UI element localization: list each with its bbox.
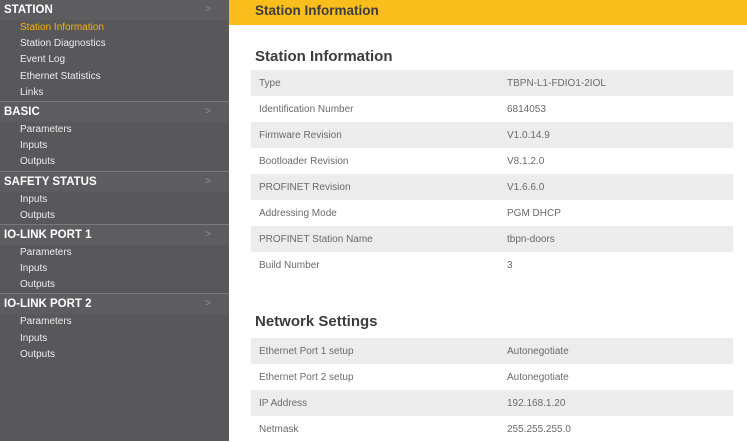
chevron-right-icon: > bbox=[205, 175, 211, 187]
main-content: Station Information Station Information … bbox=[229, 0, 747, 441]
sidebar-item-parameters[interactable]: Parameters bbox=[0, 122, 229, 138]
row-label: Addressing Mode bbox=[259, 207, 337, 219]
row-value: Autonegotiate bbox=[507, 345, 569, 357]
row-label: Type bbox=[259, 77, 281, 89]
sidebar-item-outputs[interactable]: Outputs bbox=[0, 208, 229, 224]
row-label: IP Address bbox=[259, 397, 308, 409]
table-row: Type TBPN-L1-FDIO1-2IOL bbox=[251, 70, 733, 96]
sidebar-section-safety-status[interactable]: SAFETY STATUS > bbox=[0, 171, 229, 192]
row-value: tbpn-doors bbox=[507, 233, 555, 245]
sidebar-item-ethernet-statistics[interactable]: Ethernet Statistics bbox=[0, 69, 229, 85]
table-row: IP Address 192.168.1.20 bbox=[251, 390, 733, 416]
sidebar-item-outputs[interactable]: Outputs bbox=[0, 277, 229, 293]
row-value: 6814053 bbox=[507, 103, 546, 115]
chevron-right-icon: > bbox=[205, 298, 211, 310]
table-row: Identification Number 6814053 bbox=[251, 96, 733, 122]
table-row: Ethernet Port 1 setup Autonegotiate bbox=[251, 338, 733, 364]
row-label: Firmware Revision bbox=[259, 129, 342, 141]
sidebar-item-outputs[interactable]: Outputs bbox=[0, 154, 229, 170]
sidebar-section-io-link-port-2[interactable]: IO-LINK PORT 2 > bbox=[0, 294, 229, 315]
network-settings-heading: Network Settings bbox=[255, 313, 378, 330]
chevron-right-icon: > bbox=[205, 105, 211, 117]
table-row: Build Number 3 bbox=[251, 252, 733, 278]
row-value: V1.6.6.0 bbox=[507, 181, 545, 193]
sidebar-item-outputs[interactable]: Outputs bbox=[0, 347, 229, 363]
table-row: Bootloader Revision V8.1.2.0 bbox=[251, 148, 733, 174]
sidebar-item-inputs[interactable]: Inputs bbox=[0, 331, 229, 347]
sidebar: STATION > Station Information Station Diagn… bbox=[0, 0, 229, 441]
row-label: Netmask bbox=[259, 423, 299, 435]
table-row: PROFINET Revision V1.6.6.0 bbox=[251, 174, 733, 200]
row-value: 3 bbox=[507, 259, 513, 271]
chevron-right-icon: > bbox=[205, 228, 211, 240]
row-label: PROFINET Station Name bbox=[259, 233, 373, 245]
row-value: V1.0.14.9 bbox=[507, 129, 550, 141]
sidebar-item-links[interactable]: Links bbox=[0, 85, 229, 101]
row-label: Bootloader Revision bbox=[259, 155, 349, 167]
sidebar-item-inputs[interactable]: Inputs bbox=[0, 192, 229, 208]
sidebar-item-event-log[interactable]: Event Log bbox=[0, 52, 229, 68]
station-information-table: Type TBPN-L1-FDIO1-2IOL Identification Num… bbox=[251, 70, 733, 278]
chevron-right-icon: > bbox=[205, 4, 211, 15]
sidebar-item-inputs[interactable]: Inputs bbox=[0, 138, 229, 154]
row-label: PROFINET Revision bbox=[259, 181, 351, 193]
page-banner: Station Information bbox=[229, 0, 747, 25]
row-value: TBPN-L1-FDIO1-2IOL bbox=[507, 77, 606, 89]
sidebar-item-parameters[interactable]: Parameters bbox=[0, 245, 229, 261]
sidebar-section-io-link-port-1[interactable]: IO-LINK PORT 1 > bbox=[0, 224, 229, 245]
row-value: 255.255.255.0 bbox=[507, 423, 571, 435]
row-label: Ethernet Port 1 setup bbox=[259, 345, 354, 357]
row-value: 192.168.1.20 bbox=[507, 397, 566, 409]
sidebar-item-parameters[interactable]: Parameters bbox=[0, 314, 229, 330]
sidebar-section-title: SAFETY STATUS bbox=[4, 175, 97, 188]
row-label: Build Number bbox=[259, 259, 320, 271]
row-value: Autonegotiate bbox=[507, 371, 569, 383]
sidebar-item-inputs[interactable]: Inputs bbox=[0, 261, 229, 277]
row-value: V8.1.2.0 bbox=[507, 155, 545, 167]
sidebar-item-station-diagnostics[interactable]: Station Diagnostics bbox=[0, 36, 229, 52]
sidebar-section-basic[interactable]: BASIC > bbox=[0, 101, 229, 122]
row-value: PGM DHCP bbox=[507, 207, 561, 219]
table-row: Ethernet Port 2 setup Autonegotiate bbox=[251, 364, 733, 390]
sidebar-item-station-information[interactable]: Station Information bbox=[0, 20, 229, 36]
sidebar-section-title: STATION bbox=[4, 4, 53, 16]
table-row: Addressing Mode PGM DHCP bbox=[251, 200, 733, 226]
sidebar-section-title: IO-LINK PORT 2 bbox=[4, 298, 92, 311]
sidebar-section-title: IO-LINK PORT 1 bbox=[4, 228, 92, 241]
table-row: PROFINET Station Name tbpn-doors bbox=[251, 226, 733, 252]
row-label: Identification Number bbox=[259, 103, 354, 115]
sidebar-section-title: BASIC bbox=[4, 105, 40, 118]
station-information-heading: Station Information bbox=[255, 48, 393, 65]
network-settings-table: Ethernet Port 1 setup Autonegotiate Ethern… bbox=[251, 338, 733, 442]
table-row: Firmware Revision V1.0.14.9 bbox=[251, 122, 733, 148]
sidebar-section-station[interactable]: STATION > bbox=[0, 0, 229, 20]
table-row: Netmask 255.255.255.0 bbox=[251, 416, 733, 442]
row-label: Ethernet Port 2 setup bbox=[259, 371, 354, 383]
